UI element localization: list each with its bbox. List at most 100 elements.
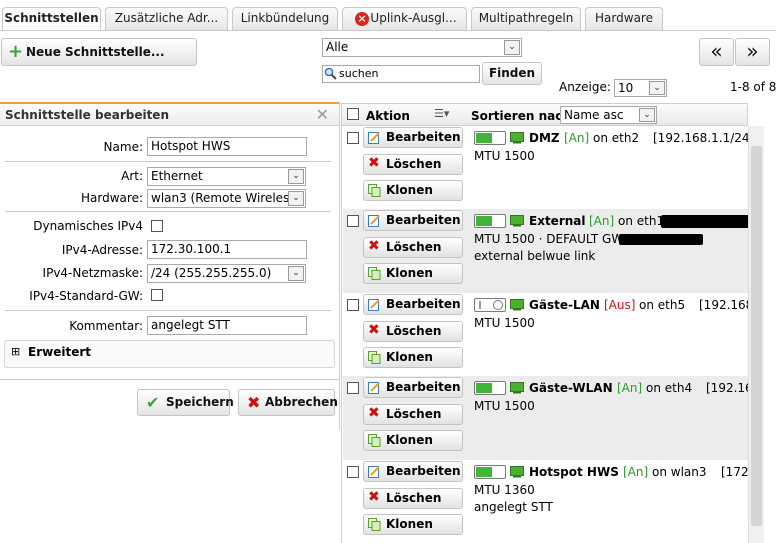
cancel-button[interactable]: ✖ Abbrechen [238,389,338,416]
interface-mtu: MTU 1500 [474,149,535,163]
delete-icon: ✖ [368,322,380,338]
interface-icon [510,132,524,144]
interface-icon [510,466,524,478]
list-item: Bearbeiten ✖ Löschen Klonen DMZ [An] on … [343,126,748,209]
delete-button[interactable]: ✖ Löschen [363,488,463,509]
scrollbar[interactable] [748,126,764,543]
tab-hardware[interactable]: Hardware [585,7,663,30]
list-header: Aktion ☰▾ Sortieren nach: Name asc ⌄ [341,103,748,126]
name-field[interactable]: Hotspot HWS [147,137,307,156]
name-label: Name: [103,140,143,154]
chevron-down-icon: ⌄ [504,40,520,55]
edit-label: Bearbeiten [386,213,461,227]
comment-field[interactable]: angelegt STT [147,316,307,335]
close-icon[interactable]: ✕ [316,105,329,124]
interface-port: on eth5 [639,298,686,312]
next-page-button[interactable]: » [735,38,770,66]
edit-label: Bearbeiten [386,464,461,478]
toggle-off-icon[interactable] [474,298,506,312]
edit-icon [368,466,380,478]
clone-button[interactable]: Klonen [363,263,463,284]
sort-select[interactable]: Name asc ⌄ [560,106,657,124]
list-item: Bearbeiten ✖ Löschen Klonen External [An… [343,209,748,293]
delete-button[interactable]: ✖ Löschen [363,404,463,425]
divider [5,310,331,311]
row-checkbox[interactable] [347,215,359,227]
chevron-down-icon: ⌄ [288,169,304,184]
new-interface-button[interactable]: + Neue Schnittstelle... [1,38,197,66]
row-checkbox[interactable] [347,132,359,144]
edit-button[interactable]: Bearbeiten [363,127,463,148]
interface-port: on eth1 [618,214,665,228]
interface-icon [510,299,524,311]
select-all-checkbox[interactable] [347,108,359,120]
column-menu-icon[interactable]: ☰▾ [434,107,449,120]
cancel-label: Abbrechen [265,395,338,409]
ipv4-label: IPv4-Adresse: [61,243,143,257]
clone-label: Klonen [386,266,433,280]
clone-button[interactable]: Klonen [363,514,463,535]
art-select[interactable]: Ethernet ⌄ [147,167,306,186]
find-button[interactable]: Finden [482,62,542,85]
interface-icon [510,215,524,227]
search-icon [324,67,337,80]
netmask-select[interactable]: /24 (255.255.255.0) ⌄ [147,264,306,283]
list-item: Bearbeiten ✖ Löschen Klonen Gäste-WLAN [… [343,376,748,460]
delete-icon: ✖ [368,489,380,505]
edit-button[interactable]: Bearbeiten [363,294,463,315]
delete-button[interactable]: ✖ Löschen [363,237,463,258]
interface-icon [510,382,524,394]
search-placeholder: suchen [339,67,379,80]
scrollbar-thumb[interactable] [751,146,762,526]
delete-label: Löschen [386,407,442,421]
edit-button[interactable]: Bearbeiten [363,210,463,231]
edit-button[interactable]: Bearbeiten [363,377,463,398]
prev-page-button[interactable]: « [699,38,734,66]
chevron-down-icon: ⌄ [649,81,665,95]
tab-multipathregeln[interactable]: Multipathregeln [471,7,581,30]
advanced-section[interactable]: ⊞ Erweitert [4,340,335,368]
edit-button[interactable]: Bearbeiten [363,461,463,482]
clone-button[interactable]: Klonen [363,347,463,368]
delete-icon: ✖ [368,405,380,421]
delete-button[interactable]: ✖ Löschen [363,154,463,175]
clone-icon [368,267,381,280]
clone-icon [368,434,381,447]
row-checkbox[interactable] [347,382,359,394]
delete-button[interactable]: ✖ Löschen [363,321,463,342]
toggle-on-icon[interactable] [474,465,506,479]
tab-zusaetzliche-adressen[interactable]: Zusätzliche Adr... [105,7,228,30]
interface-address: [192.168.1.1/24] [653,131,748,145]
clone-button[interactable]: Klonen [363,180,463,201]
status-badge: [An] [564,131,590,145]
interface-port: on eth4 [646,381,693,395]
hardware-select[interactable]: wlan3 (Remote Wireless ⌄ [147,189,306,208]
clone-button[interactable]: Klonen [363,430,463,451]
filter-select[interactable]: Alle ⌄ [322,38,522,57]
interface-name: Gäste-WLAN [529,381,613,395]
tab-schnittstellen[interactable]: Schnittstellen [2,7,101,31]
clone-icon [368,184,381,197]
toggle-on-icon[interactable] [474,214,506,228]
count-label: Anzeige: [559,80,611,94]
tab-uplink-ausgleich[interactable]: × Uplink-Ausgl... [342,7,467,30]
toggle-on-icon[interactable] [474,381,506,395]
count-select[interactable]: 10 ⌄ [614,79,667,97]
row-checkbox[interactable] [347,299,359,311]
gw-label: IPv4-Standard-GW: [29,289,143,303]
gw-checkbox[interactable] [151,289,163,301]
row-checkbox[interactable] [347,466,359,478]
toggle-on-icon[interactable] [474,131,506,145]
ipv4-field[interactable]: 172.30.100.1 [147,240,307,259]
edit-icon [368,132,380,144]
edit-icon [368,215,380,227]
tab-label: Uplink-Ausgl... [370,11,457,25]
interface-name: Gäste-LAN [529,298,600,312]
dyn-ipv4-checkbox[interactable] [151,220,163,232]
new-interface-label: Neue Schnittstelle... [26,45,165,59]
clone-label: Klonen [386,433,433,447]
save-button[interactable]: ✔ Speichern [137,389,234,416]
tab-linkbuendelung[interactable]: Linkbündelung [232,7,338,30]
tab-divider [0,30,776,31]
search-input[interactable]: suchen [322,65,480,83]
